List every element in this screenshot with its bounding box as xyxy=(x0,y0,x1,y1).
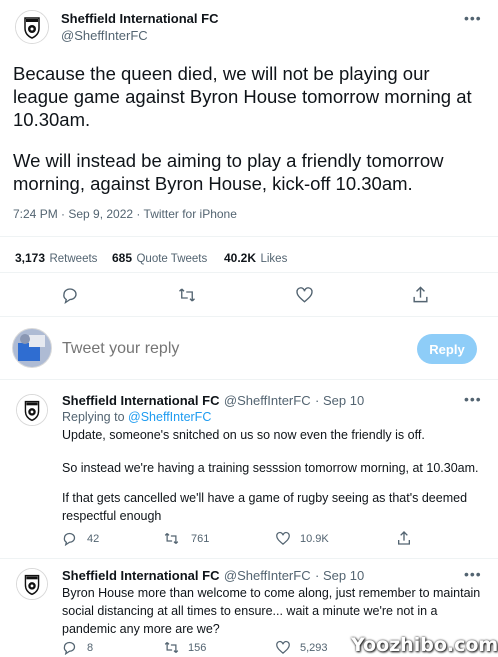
quote-tweets-stat[interactable]: 685 Quote Tweets xyxy=(112,249,207,267)
more-dots-icon[interactable]: ••• xyxy=(464,391,482,407)
author-avatar[interactable] xyxy=(15,10,49,44)
club-crest-icon xyxy=(17,395,47,425)
divider xyxy=(0,272,498,273)
reply-author-name[interactable]: Sheffield International FC xyxy=(62,568,219,583)
likes-stat[interactable]: 40.2K Likes xyxy=(224,249,287,267)
like-icon[interactable] xyxy=(295,286,314,304)
reply-icon[interactable] xyxy=(61,286,79,304)
reply-header: Sheffield International FC @SheffInterFC… xyxy=(62,567,364,585)
replying-to-prefix: Replying to xyxy=(62,410,129,424)
reply-date[interactable]: · Sep 10 xyxy=(315,568,364,583)
reply-input[interactable] xyxy=(62,338,392,360)
author-handle[interactable]: @SheffInterFC xyxy=(61,28,148,43)
watermark: Yoozhibo.com xyxy=(351,634,498,656)
replying-to-handle[interactable]: @SheffInterFC xyxy=(128,410,211,424)
tweet-text-paragraph-2: We will instead be aiming to play a frie… xyxy=(13,150,444,194)
reply-count: 8 xyxy=(87,642,94,654)
reply-text-paragraph: So instead we're having a training sesss… xyxy=(62,461,479,475)
reply-icon[interactable] xyxy=(62,640,77,655)
quotes-count: 685 xyxy=(112,251,133,265)
reply-text-paragraph: If that gets cancelled we'll have a game… xyxy=(62,491,468,523)
user-avatar[interactable] xyxy=(12,328,52,368)
like-icon[interactable] xyxy=(275,531,291,546)
share-icon[interactable] xyxy=(411,285,430,304)
reply-text-paragraph: Update, someone's snitched on us so now … xyxy=(62,428,425,442)
reply-author-handle[interactable]: @SheffInterFC xyxy=(224,393,311,408)
likes-count: 40.2K xyxy=(224,251,257,265)
more-dots-icon[interactable]: ••• xyxy=(464,566,482,582)
reply-icon[interactable] xyxy=(62,531,77,546)
retweet-icon[interactable] xyxy=(177,286,197,304)
club-crest-icon xyxy=(16,11,48,43)
retweet-count: 156 xyxy=(188,642,207,654)
reply-count: 42 xyxy=(87,533,100,545)
like-icon[interactable] xyxy=(275,640,291,655)
reply-author-avatar[interactable] xyxy=(16,394,48,426)
reply-author-handle[interactable]: @SheffInterFC xyxy=(224,568,311,583)
retweet-icon[interactable] xyxy=(163,640,180,655)
divider xyxy=(0,236,498,237)
reply-author-name[interactable]: Sheffield International FC xyxy=(62,393,219,408)
reply-button[interactable]: Reply xyxy=(417,334,477,364)
like-count: 10.9K xyxy=(300,533,329,545)
user-avatar-image-icon xyxy=(13,329,51,367)
share-icon[interactable] xyxy=(396,530,412,546)
retweet-count: 761 xyxy=(191,533,210,545)
divider xyxy=(0,316,498,317)
reply-text-paragraph: Byron House more than welcome to come al… xyxy=(62,586,481,636)
likes-label: Likes xyxy=(260,253,288,265)
tweet-text-paragraph-1: Because the queen died, we will not be p… xyxy=(13,63,472,130)
retweets-label: Retweets xyxy=(49,253,98,265)
divider xyxy=(0,379,498,380)
like-count: 5,293 xyxy=(300,642,328,654)
reply-author-avatar[interactable] xyxy=(16,568,48,600)
author-name[interactable]: Sheffield International FC xyxy=(61,11,218,26)
replying-to: Replying to @SheffInterFC xyxy=(62,408,211,426)
more-dots-icon[interactable]: ••• xyxy=(464,10,482,26)
club-crest-icon xyxy=(17,569,47,599)
quotes-label: Quote Tweets xyxy=(136,253,208,265)
retweets-count: 3,173 xyxy=(15,251,46,265)
reply-date[interactable]: · Sep 10 xyxy=(315,393,364,408)
divider xyxy=(0,558,498,559)
retweets-stat[interactable]: 3,173 Retweets xyxy=(15,249,97,267)
retweet-icon[interactable] xyxy=(163,531,180,546)
tweet-timestamp[interactable]: 7:24 PM · Sep 9, 2022 · Twitter for iPho… xyxy=(13,207,237,221)
